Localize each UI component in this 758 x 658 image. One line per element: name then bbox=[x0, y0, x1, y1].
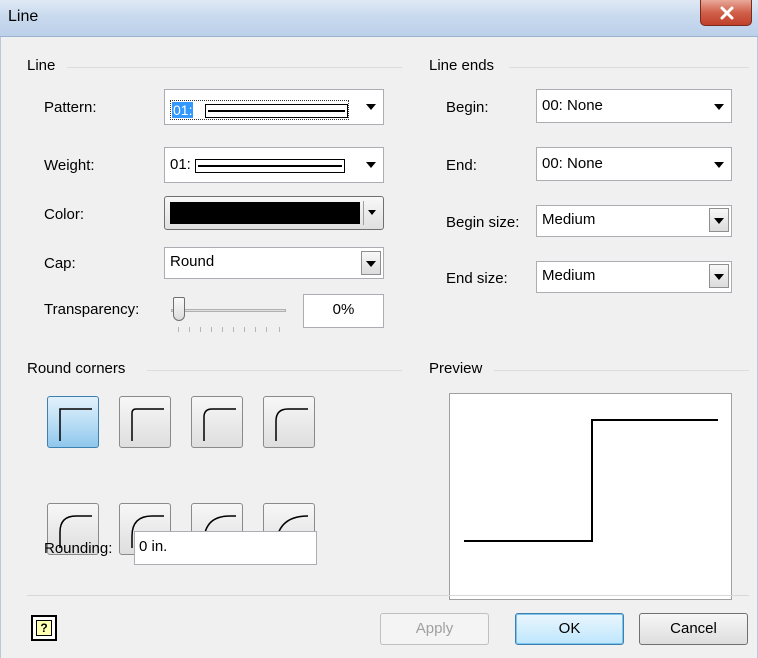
slider-tick bbox=[189, 327, 190, 332]
apply-button[interactable]: Apply bbox=[380, 613, 489, 645]
line-group-divider bbox=[67, 67, 402, 68]
round-corner-icon bbox=[275, 408, 308, 441]
cap-label: Cap: bbox=[44, 255, 76, 272]
end-size-dropdown[interactable]: Medium bbox=[536, 261, 732, 293]
preview-group-divider bbox=[494, 370, 749, 371]
line-preview-graphic bbox=[464, 419, 718, 542]
preview-canvas bbox=[449, 393, 732, 600]
color-arrow-area bbox=[363, 201, 380, 225]
end-dropdown[interactable]: 00: None bbox=[536, 147, 732, 181]
end-size-dropdown-button[interactable] bbox=[709, 264, 729, 288]
ok-button[interactable]: OK bbox=[515, 613, 624, 645]
close-icon bbox=[720, 6, 734, 20]
slider-tick bbox=[211, 327, 212, 332]
weight-swatch bbox=[195, 159, 345, 173]
corner-style-button-4[interactable] bbox=[263, 396, 315, 448]
begin-size-label: Begin size: bbox=[446, 214, 520, 231]
slider-tick bbox=[178, 327, 179, 332]
round-corners-group-divider bbox=[147, 370, 402, 371]
chevron-down-icon bbox=[714, 274, 724, 280]
weight-label: Weight: bbox=[44, 157, 95, 174]
pattern-dropdown[interactable]: 01: bbox=[164, 89, 384, 125]
help-button[interactable]: ? bbox=[31, 615, 57, 641]
bottom-divider bbox=[27, 595, 749, 596]
weight-value: 01: bbox=[170, 156, 191, 173]
slider-thumb[interactable] bbox=[173, 297, 185, 321]
corner-style-button-1[interactable] bbox=[47, 396, 99, 448]
rounding-value: 0 in. bbox=[139, 538, 168, 555]
end-size-value: Medium bbox=[542, 267, 596, 284]
slider-tick bbox=[266, 327, 267, 332]
chevron-down-icon bbox=[714, 104, 724, 110]
color-swatch bbox=[170, 202, 360, 224]
cancel-button[interactable]: Cancel bbox=[639, 613, 748, 645]
pattern-label: Pattern: bbox=[44, 99, 97, 116]
chevron-down-icon bbox=[368, 210, 376, 215]
round-corners-group-label: Round corners bbox=[27, 360, 126, 377]
pattern-swatch bbox=[205, 104, 348, 118]
preview-group-label: Preview bbox=[429, 360, 483, 377]
chevron-down-icon bbox=[366, 104, 376, 110]
slider-tick bbox=[255, 327, 256, 332]
round-corner-icon bbox=[131, 408, 164, 441]
begin-label: Begin: bbox=[446, 99, 489, 116]
end-label: End: bbox=[446, 157, 477, 174]
transparency-slider[interactable] bbox=[161, 289, 296, 337]
line-ends-group-label: Line ends bbox=[429, 57, 495, 74]
cap-dropdown[interactable]: Round bbox=[164, 247, 384, 279]
begin-size-dropdown[interactable]: Medium bbox=[536, 205, 732, 237]
slider-tick bbox=[222, 327, 223, 332]
color-dropdown[interactable] bbox=[164, 196, 384, 230]
pattern-selection: 01: bbox=[170, 100, 349, 120]
close-button[interactable] bbox=[700, 0, 752, 26]
cap-value: Round bbox=[170, 253, 215, 270]
cap-dropdown-button[interactable] bbox=[361, 251, 381, 275]
chevron-down-icon bbox=[366, 162, 376, 168]
chevron-down-icon bbox=[714, 162, 724, 168]
chevron-down-icon bbox=[366, 261, 376, 267]
transparency-input[interactable]: 0% bbox=[303, 294, 384, 328]
transparency-label: Transparency: bbox=[44, 301, 140, 318]
line-dialog: Line Pattern: 01: Weight: 01: Color: Cap… bbox=[0, 37, 758, 658]
corner-style-button-2[interactable] bbox=[119, 396, 171, 448]
window-title: Line bbox=[8, 8, 39, 25]
square-corner-icon bbox=[59, 408, 92, 441]
slider-tick bbox=[200, 327, 201, 332]
chevron-down-icon bbox=[714, 218, 724, 224]
corner-style-button-3[interactable] bbox=[191, 396, 243, 448]
line-ends-group-divider bbox=[509, 67, 749, 68]
rounding-label: Rounding: bbox=[44, 540, 113, 557]
color-label: Color: bbox=[44, 206, 85, 223]
end-size-label: End size: bbox=[446, 270, 508, 287]
begin-dropdown[interactable]: 00: None bbox=[536, 89, 732, 123]
begin-size-dropdown-button[interactable] bbox=[709, 208, 729, 232]
line-group-label: Line bbox=[27, 57, 56, 74]
slider-tick bbox=[233, 327, 234, 332]
begin-value: 00: None bbox=[542, 97, 603, 114]
help-icon: ? bbox=[36, 620, 52, 636]
pattern-value: 01: bbox=[172, 102, 194, 118]
slider-tick bbox=[279, 327, 280, 332]
weight-dropdown[interactable]: 01: bbox=[164, 147, 384, 183]
rounding-input[interactable]: 0 in. bbox=[134, 531, 317, 565]
slider-track bbox=[171, 309, 286, 312]
end-value: 00: None bbox=[542, 155, 603, 172]
begin-size-value: Medium bbox=[542, 211, 596, 228]
title-bar[interactable]: Line bbox=[0, 0, 758, 37]
slider-tick bbox=[244, 327, 245, 332]
transparency-value: 0% bbox=[332, 301, 355, 318]
round-corner-icon bbox=[203, 408, 236, 441]
